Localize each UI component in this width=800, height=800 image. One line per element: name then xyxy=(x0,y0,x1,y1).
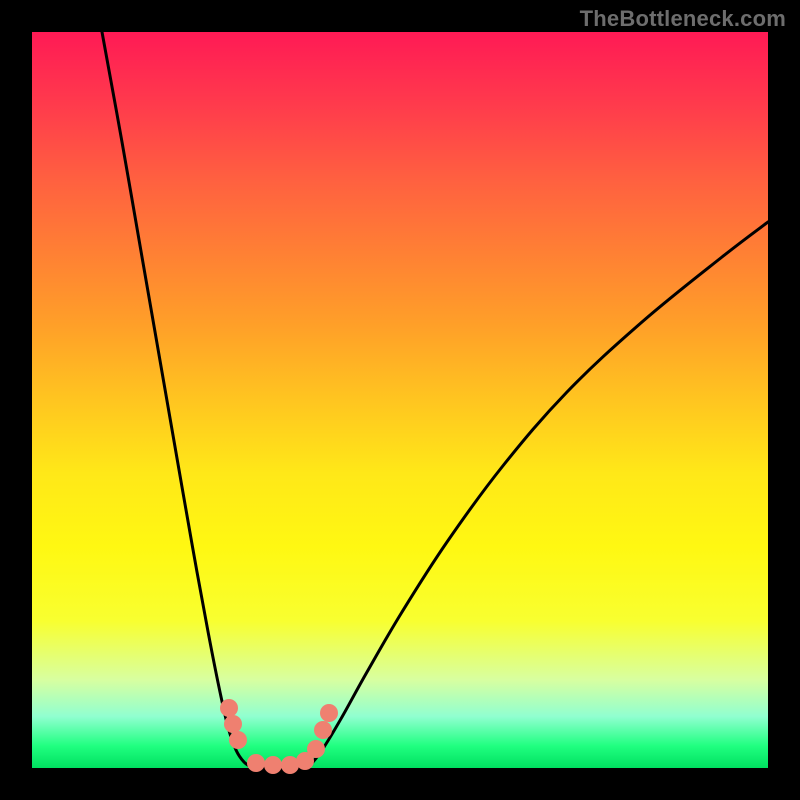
data-marker xyxy=(229,731,247,749)
data-marker xyxy=(264,756,282,774)
watermark-text: TheBottleneck.com xyxy=(580,6,786,32)
data-marker xyxy=(247,754,265,772)
data-marker xyxy=(314,721,332,739)
data-marker xyxy=(320,704,338,722)
data-marker xyxy=(307,740,325,758)
chart-frame xyxy=(32,32,768,768)
marker-layer xyxy=(32,32,768,768)
data-marker xyxy=(220,699,238,717)
